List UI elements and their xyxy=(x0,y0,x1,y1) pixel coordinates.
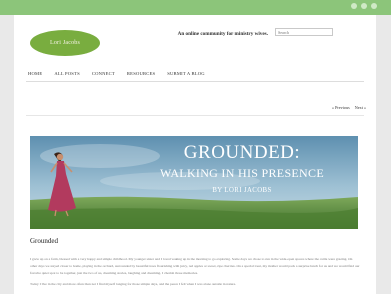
page-container: Lori Jacobs An online community for mini… xyxy=(14,15,376,294)
search-input[interactable] xyxy=(275,28,333,36)
nav-item-home[interactable]: HOME xyxy=(28,71,42,76)
next-link[interactable]: Next » xyxy=(355,105,366,110)
nav-item-submit-a-blog[interactable]: SUBMIT A BLOG xyxy=(167,71,205,76)
social-icon[interactable] xyxy=(371,3,377,9)
nav-item-all-posts[interactable]: ALL POSTS xyxy=(54,71,80,76)
banner-byline: BY LORI JACOBS xyxy=(212,187,272,194)
nav-item-connect[interactable]: CONNECT xyxy=(92,71,115,76)
banner-title: GROUNDED: xyxy=(183,142,301,163)
featured-banner: GROUNDED: WALKING IN HIS PRESENCE BY LOR… xyxy=(30,136,358,229)
top-bar xyxy=(0,0,391,15)
pager-divider xyxy=(26,115,364,116)
nav-divider xyxy=(26,81,364,82)
social-icon[interactable] xyxy=(361,3,367,9)
site-tagline: An online community for ministry wives. xyxy=(177,31,268,37)
post-body: I grew up on a farm, blessed with a very… xyxy=(30,256,360,288)
site-logo-text: Lori Jacobs xyxy=(49,40,81,46)
post-paragraph: Today I live in the city and more often … xyxy=(30,282,237,286)
banner-subtitle: WALKING IN HIS PRESENCE xyxy=(160,166,324,180)
social-icon[interactable] xyxy=(351,3,357,9)
nav-item-resources[interactable]: RESOURCES xyxy=(127,71,155,76)
site-logo[interactable]: Lori Jacobs xyxy=(30,30,100,56)
previous-link[interactable]: « Previous xyxy=(332,105,350,110)
social-icons xyxy=(351,3,377,9)
main-nav: HOME ALL POSTS CONNECT RESOURCES SUBMIT … xyxy=(28,71,205,76)
post-paragraph: I grew up on a farm, blessed with a very… xyxy=(30,257,360,275)
post-pager: « Previous Next » xyxy=(332,105,366,110)
post-title: Grounded xyxy=(30,237,58,245)
